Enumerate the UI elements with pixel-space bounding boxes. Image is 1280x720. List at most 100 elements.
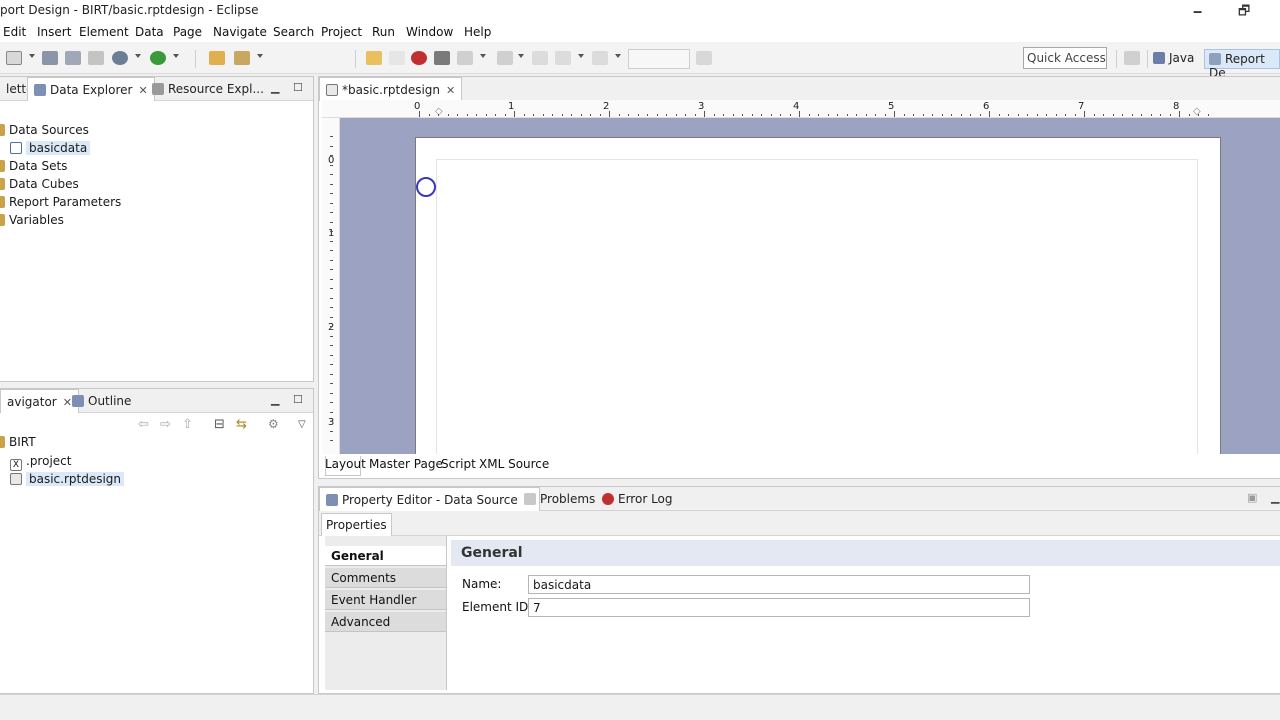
annotation-dropdown-icon[interactable] bbox=[518, 54, 524, 58]
new-icon[interactable] bbox=[6, 51, 22, 65]
category-event-handler[interactable]: Event Handler bbox=[325, 590, 446, 610]
zoom-combo[interactable] bbox=[628, 49, 690, 69]
run-icon[interactable] bbox=[150, 51, 166, 65]
tree-item-basic-rptdesign[interactable]: basic.rptdesign bbox=[10, 472, 125, 486]
filters-icon[interactable]: ⚙ bbox=[268, 417, 279, 431]
tree-item-data-sources[interactable]: Data Sources bbox=[0, 123, 89, 137]
tab-script[interactable]: Script bbox=[441, 457, 476, 471]
minimize-icon[interactable]: ▁ bbox=[271, 81, 279, 94]
tree-item-basicdata[interactable]: basicdata bbox=[10, 141, 91, 155]
back-dropdown-icon[interactable] bbox=[578, 54, 584, 58]
wizard-icon[interactable] bbox=[234, 51, 250, 65]
minimize-icon[interactable]: ▁ bbox=[1271, 491, 1279, 504]
preview-dropdown-icon[interactable] bbox=[135, 54, 141, 58]
new-dropdown-icon[interactable] bbox=[29, 54, 35, 58]
back-icon[interactable]: ⇦ bbox=[138, 417, 149, 432]
perspective-report-design[interactable]: Report De bbox=[1204, 49, 1280, 80]
save-all-icon[interactable] bbox=[65, 51, 81, 65]
open-folder-icon[interactable] bbox=[209, 51, 225, 65]
tab-property-editor[interactable]: Property Editor - Data Source✕ bbox=[319, 487, 540, 511]
close-icon[interactable]: ✕ bbox=[446, 84, 455, 97]
tree-item-variables[interactable]: Variables bbox=[0, 213, 64, 227]
tab-xml-source[interactable]: XML Source bbox=[479, 457, 549, 471]
up-icon[interactable]: ⇧ bbox=[182, 417, 193, 432]
pin-icon[interactable] bbox=[696, 51, 712, 65]
report-page[interactable] bbox=[415, 137, 1221, 454]
tab-master-page[interactable]: Master Page bbox=[369, 457, 443, 471]
maximize-icon[interactable]: ☐ bbox=[293, 81, 303, 94]
print-icon[interactable] bbox=[88, 51, 104, 65]
report-canvas[interactable] bbox=[340, 118, 1280, 454]
redo-icon[interactable] bbox=[389, 51, 405, 65]
tree-item-data-sets[interactable]: Data Sets bbox=[0, 159, 67, 173]
tree-item-report-parameters[interactable]: Report Parameters bbox=[0, 195, 121, 209]
open-perspective-icon[interactable] bbox=[1124, 51, 1140, 65]
save-icon[interactable] bbox=[42, 51, 58, 65]
menu-help[interactable]: Help bbox=[464, 25, 491, 39]
wizard-dropdown-icon[interactable] bbox=[257, 54, 263, 58]
restore-icon[interactable]: ▣ bbox=[1247, 491, 1257, 504]
annotation-icon[interactable] bbox=[497, 51, 513, 65]
category-comments[interactable]: Comments bbox=[325, 568, 446, 588]
folder-icon bbox=[0, 178, 5, 190]
menu-page[interactable]: Page bbox=[173, 25, 202, 39]
run-dropdown-icon[interactable] bbox=[173, 54, 179, 58]
tab-resource-explorer[interactable]: Resource Expl... bbox=[146, 77, 270, 101]
menu-project[interactable]: Project bbox=[321, 25, 362, 39]
back-icon[interactable] bbox=[555, 51, 571, 65]
last-edit-icon[interactable] bbox=[532, 51, 548, 65]
tab-basic-rptdesign[interactable]: *basic.rptdesign ✕ bbox=[319, 77, 463, 101]
navigator-toolbar: ⇦ ⇨ ⇧ ⊟ ⇆ ⚙ ▽ bbox=[138, 417, 308, 435]
step-icon[interactable] bbox=[457, 51, 473, 65]
menu-search[interactable]: Search bbox=[273, 25, 314, 39]
tree-item-data-cubes[interactable]: Data Cubes bbox=[0, 177, 79, 191]
step-dropdown-icon[interactable] bbox=[480, 54, 486, 58]
undo-icon[interactable] bbox=[366, 51, 382, 65]
page-body-area[interactable] bbox=[436, 159, 1198, 454]
quick-access-field[interactable]: Quick Access bbox=[1023, 47, 1107, 69]
forward-dropdown-icon[interactable] bbox=[615, 54, 621, 58]
tree-item-project-file[interactable]: X .project bbox=[10, 454, 71, 471]
tab-layout[interactable]: Layout bbox=[325, 457, 366, 471]
forward-icon[interactable]: ⇨ bbox=[160, 417, 171, 432]
stop-icon[interactable] bbox=[434, 51, 450, 65]
name-field[interactable]: basicdata bbox=[528, 575, 1030, 594]
menu-navigate[interactable]: Navigate bbox=[213, 25, 267, 39]
collapse-all-icon[interactable]: ⊟ bbox=[214, 417, 225, 432]
tab-data-explorer[interactable]: Data Explorer ✕ bbox=[27, 77, 155, 101]
restore-button[interactable]: 🗗 bbox=[1238, 2, 1250, 24]
element-id-field[interactable]: 7 bbox=[528, 598, 1030, 617]
ruler-tick bbox=[542, 114, 544, 116]
tab-outline[interactable]: Outline bbox=[66, 389, 137, 413]
menu-window[interactable]: Window bbox=[406, 25, 453, 39]
tab-problems[interactable]: Problems bbox=[518, 487, 601, 511]
outline-icon bbox=[72, 395, 84, 407]
perspective-java[interactable]: Java bbox=[1153, 49, 1194, 69]
minimize-button[interactable]: 🗕 bbox=[1193, 2, 1202, 24]
debug-icon[interactable] bbox=[411, 51, 427, 65]
editor-tabs: *basic.rptdesign ✕ bbox=[319, 77, 1280, 101]
forward-icon[interactable] bbox=[592, 51, 608, 65]
menu-data[interactable]: Data bbox=[135, 25, 164, 39]
tab-properties[interactable]: Properties bbox=[321, 513, 392, 536]
menu-run[interactable]: Run bbox=[372, 25, 395, 39]
toolbar-separator bbox=[195, 50, 196, 68]
link-editor-icon[interactable]: ⇆ bbox=[236, 417, 247, 432]
menu-element[interactable]: Element bbox=[79, 25, 129, 39]
tab-error-log[interactable]: Error Log bbox=[596, 487, 679, 511]
ruler-tick bbox=[330, 373, 333, 375]
navigator-tabs: avigator ✕ Outline ▁ ☐ bbox=[0, 389, 313, 413]
preview-icon[interactable] bbox=[112, 51, 128, 65]
maximize-icon[interactable]: ☐ bbox=[293, 393, 303, 406]
tree-item-birt[interactable]: BIRT bbox=[0, 435, 36, 449]
view-menu-icon[interactable]: ▽ bbox=[298, 419, 306, 430]
properties-subtab-row: Properties bbox=[319, 511, 1280, 536]
category-advanced[interactable]: Advanced bbox=[325, 612, 446, 632]
margin-marker-icon[interactable]: ◇ bbox=[1193, 106, 1201, 117]
menu-edit[interactable]: Edit bbox=[3, 25, 26, 39]
ruler-tick bbox=[875, 114, 876, 116]
menu-insert[interactable]: Insert bbox=[37, 25, 71, 39]
minimize-icon[interactable]: ▁ bbox=[271, 393, 279, 406]
ruler-tick bbox=[865, 114, 867, 116]
category-general[interactable]: General bbox=[325, 546, 446, 566]
